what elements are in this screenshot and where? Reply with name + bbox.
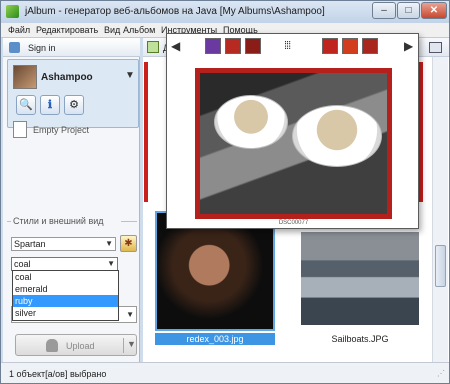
theme-settings-icon[interactable]: ✱ bbox=[120, 235, 137, 252]
thumbnail-redex[interactable] bbox=[155, 211, 275, 331]
filmstrip-thumbnail[interactable] bbox=[362, 38, 378, 54]
upload-separator bbox=[123, 338, 124, 353]
signin-icon bbox=[9, 42, 20, 53]
menu-edit[interactable]: Редактировать bbox=[36, 25, 98, 35]
avatar bbox=[13, 65, 37, 89]
signin-label[interactable]: Sign in bbox=[28, 43, 56, 53]
theme-dropdown-list: coal emerald ruby silver bbox=[12, 270, 119, 321]
window-title: jAlbum - генератор веб-альбомов на Java … bbox=[25, 6, 325, 17]
chevron-down-icon: ▼ bbox=[126, 310, 134, 319]
folder-icon[interactable] bbox=[147, 41, 159, 53]
status-text: 1 объект[а/ов] выбрано bbox=[9, 369, 107, 379]
next-arrow-icon[interactable]: ▶ bbox=[404, 39, 413, 53]
left-panel: Sign in Ashampoo ▼ 🔍 ℹ ⚙ Empty Project С… bbox=[3, 38, 140, 362]
theme-option-ruby[interactable]: ruby bbox=[13, 295, 118, 307]
theme-option-emerald[interactable]: emerald bbox=[13, 283, 118, 295]
upload-button[interactable]: Upload ▼ bbox=[15, 334, 137, 356]
title-bar: jAlbum - генератор веб-альбомов на Java … bbox=[1, 1, 449, 23]
scrollbar-thumb[interactable] bbox=[435, 245, 446, 287]
filmstrip-thumbnail[interactable] bbox=[225, 38, 241, 54]
theme-select-value: coal bbox=[14, 259, 31, 269]
app-window: jAlbum - генератор веб-альбомов на Java … bbox=[0, 0, 450, 384]
menu-album[interactable]: Альбом bbox=[123, 25, 155, 35]
theme-option-silver[interactable]: silver bbox=[13, 307, 118, 319]
style-select-value: Spartan bbox=[14, 239, 46, 249]
settings-icon[interactable]: ⚙ bbox=[64, 95, 84, 115]
previous-arrow-icon[interactable]: ◀ bbox=[171, 39, 180, 53]
partial-thumbnail-left[interactable] bbox=[144, 62, 148, 202]
account-name: Ashampoo bbox=[41, 72, 93, 83]
thumbnail-caption[interactable]: Sailboats.JPG bbox=[301, 334, 419, 344]
account-card: Ashampoo ▼ 🔍 ℹ ⚙ bbox=[7, 59, 139, 128]
search-icon[interactable]: 🔍 bbox=[16, 95, 36, 115]
filmstrip-thumbnail[interactable] bbox=[205, 38, 221, 54]
signin-bar[interactable]: Sign in bbox=[3, 38, 140, 57]
thumbnail-sailboats[interactable] bbox=[301, 232, 419, 325]
view-mode-icon[interactable] bbox=[429, 42, 442, 53]
upload-icon bbox=[46, 339, 58, 352]
upload-label: Upload bbox=[66, 341, 95, 351]
jalbum-app-icon bbox=[6, 5, 19, 18]
info-icon[interactable]: ℹ bbox=[40, 95, 60, 115]
close-button[interactable]: ✕ bbox=[421, 2, 447, 19]
status-bar: 1 объект[а/ов] выбрано ⋰ bbox=[1, 362, 449, 383]
styles-section-label: Стили и внешний вид bbox=[13, 216, 104, 226]
menu-file[interactable]: Файл bbox=[8, 25, 30, 35]
section-divider-right bbox=[121, 221, 137, 222]
image-preview-popup: ◀ ⁞⁞⁞ ▶ DSC00077 bbox=[166, 33, 419, 229]
theme-option-coal[interactable]: coal bbox=[13, 271, 118, 283]
filmstrip-thumbnail[interactable] bbox=[322, 38, 338, 54]
resize-grip-icon[interactable]: ⋰ bbox=[437, 369, 445, 378]
project-label[interactable]: Empty Project bbox=[33, 125, 89, 135]
section-divider-left bbox=[7, 221, 11, 222]
coffee-cup-shape bbox=[292, 105, 382, 167]
upload-menu-chevron-icon[interactable]: ▼ bbox=[127, 339, 136, 349]
project-document-icon bbox=[13, 121, 27, 138]
preview-image[interactable] bbox=[200, 73, 387, 214]
account-menu-chevron-icon[interactable]: ▼ bbox=[125, 70, 135, 81]
chevron-down-icon: ▼ bbox=[105, 239, 113, 248]
filmstrip-thumbnail[interactable] bbox=[342, 38, 358, 54]
menu-view[interactable]: Вид bbox=[104, 25, 120, 35]
grid-view-icon[interactable]: ⁞⁞⁞ bbox=[284, 41, 300, 53]
coffee-cup-shape bbox=[214, 95, 288, 149]
filmstrip-thumbnail[interactable] bbox=[245, 38, 261, 54]
preview-image-frame bbox=[195, 68, 392, 219]
minimize-button[interactable]: – bbox=[372, 2, 396, 19]
style-select[interactable]: Spartan ▼ bbox=[11, 237, 116, 251]
thumbnail-caption[interactable]: redex_003.jpg bbox=[155, 333, 275, 345]
chevron-down-icon: ▼ bbox=[107, 259, 115, 268]
vertical-scrollbar[interactable] bbox=[432, 57, 448, 362]
theme-select[interactable]: coal ▼ bbox=[11, 257, 118, 271]
maximize-button[interactable]: □ bbox=[397, 2, 420, 19]
preview-caption: DSC00077 bbox=[278, 220, 309, 226]
